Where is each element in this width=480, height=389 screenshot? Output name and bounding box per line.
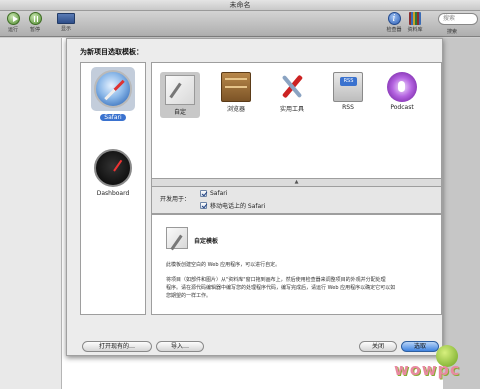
library-button[interactable]: 资料库: [404, 12, 426, 33]
template-chooser-sheet: 为新项目选取模板： Safari Dashboard 自定 浏览器 实用工具 R…: [66, 38, 443, 356]
template-label: Podcast: [390, 104, 414, 111]
template-frame: RSS: [328, 72, 368, 111]
template-label: RSS: [342, 104, 354, 111]
display-label: 显示: [60, 26, 71, 32]
selection-highlight: [91, 67, 135, 111]
pause-button[interactable]: 暂停: [24, 12, 46, 33]
target-options: 开发用于： Safari 移动电话上的 Safari: [151, 186, 442, 214]
pause-icon: [28, 12, 42, 25]
template-browser[interactable]: 浏览器: [216, 72, 256, 113]
search-input[interactable]: 搜索: [438, 13, 478, 25]
search-caption: 搜索: [447, 29, 458, 35]
category-label: Safari: [100, 114, 126, 121]
checkbox-checked-icon: [200, 202, 207, 209]
close-button[interactable]: 关闭: [359, 341, 397, 352]
podcast-icon: [387, 72, 417, 102]
template-frame: 浏览器: [216, 72, 256, 113]
open-existing-button[interactable]: 打开现有的…: [82, 341, 152, 352]
play-icon: [6, 12, 20, 25]
template-podcast[interactable]: Podcast: [382, 72, 422, 111]
template-grid: 自定 浏览器 实用工具 RSS Podcast: [151, 62, 442, 179]
template-rss[interactable]: RSS: [328, 72, 368, 111]
target-safari-checkbox[interactable]: Safari: [200, 190, 227, 197]
display-icon: [57, 13, 75, 24]
dashboard-gauge-icon: [94, 149, 132, 187]
safari-compass-icon: [94, 70, 132, 108]
choose-button[interactable]: 选取: [401, 341, 439, 352]
display-button[interactable]: 显示: [55, 12, 77, 32]
description-line: 将项目（如部件和图片）从"资料库"窗口拖到画布上，然后使用检查器来调整项目的外观…: [166, 277, 386, 283]
custom-template-icon: [166, 227, 188, 249]
library-books-icon: [409, 12, 421, 25]
watermark-logo: wowpc: [394, 360, 461, 379]
utility-tools-icon: [277, 72, 307, 102]
split-view-handle[interactable]: ▲: [151, 179, 442, 186]
search-placeholder: 搜索: [443, 15, 456, 22]
library-label: 资料库: [407, 27, 423, 33]
checkbox-checked-icon: [200, 190, 207, 197]
browser-template-icon: [221, 72, 251, 102]
category-label: Dashboard: [96, 190, 130, 197]
checkbox-label: 移动电话上的 Safari: [210, 203, 266, 210]
template-description: 自定模板 此模板创建空白的 Web 应用程序，可以进行自定。 将项目（如部件和图…: [151, 214, 442, 315]
import-button[interactable]: 导入…: [156, 341, 204, 352]
description-line: 此模板创建空白的 Web 应用程序，可以进行自定。: [166, 262, 281, 268]
category-list: Safari Dashboard: [80, 62, 146, 315]
toolbar: 运行 暂停 显示 i 检查器 资料库 搜索 搜索: [0, 11, 480, 37]
template-label: 自定: [173, 109, 186, 116]
template-label: 浏览器: [226, 106, 245, 113]
right-panel: [443, 38, 480, 389]
description-title: 自定模板: [194, 238, 219, 245]
info-icon: i: [387, 12, 401, 25]
window-title: 未命名: [0, 0, 480, 11]
pause-label: 暂停: [29, 27, 40, 33]
inspector-label: 检查器: [386, 27, 402, 33]
description-line: 您期望的一样工作。: [166, 293, 212, 299]
sheet-heading: 为新项目选取模板：: [80, 48, 143, 56]
template-frame: 实用工具: [272, 72, 312, 113]
run-button[interactable]: 运行: [2, 12, 24, 33]
project-sidebar: [0, 38, 62, 389]
category-item-dashboard[interactable]: Dashboard: [81, 149, 145, 197]
template-utility[interactable]: 实用工具: [272, 72, 312, 113]
selection-highlight: 自定: [160, 72, 200, 118]
description-line: 程序。请在源代码编辑器中编写您的处理程序代码，编写完成后，请运行 Web 应用程…: [166, 285, 396, 291]
custom-template-icon: [165, 75, 195, 105]
category-item-safari[interactable]: Safari: [81, 67, 145, 121]
template-custom[interactable]: 自定: [160, 72, 200, 118]
inspector-button[interactable]: i 检查器: [383, 12, 405, 33]
run-label: 运行: [7, 27, 18, 33]
rss-icon: [333, 72, 363, 102]
checkbox-label: Safari: [210, 190, 228, 197]
template-frame: Podcast: [382, 72, 422, 111]
develop-for-label: 开发用于：: [160, 196, 191, 203]
target-mobile-safari-checkbox[interactable]: 移动电话上的 Safari: [200, 201, 265, 210]
template-label: 实用工具: [279, 106, 304, 113]
chevron-up-icon: ▲: [294, 179, 299, 185]
